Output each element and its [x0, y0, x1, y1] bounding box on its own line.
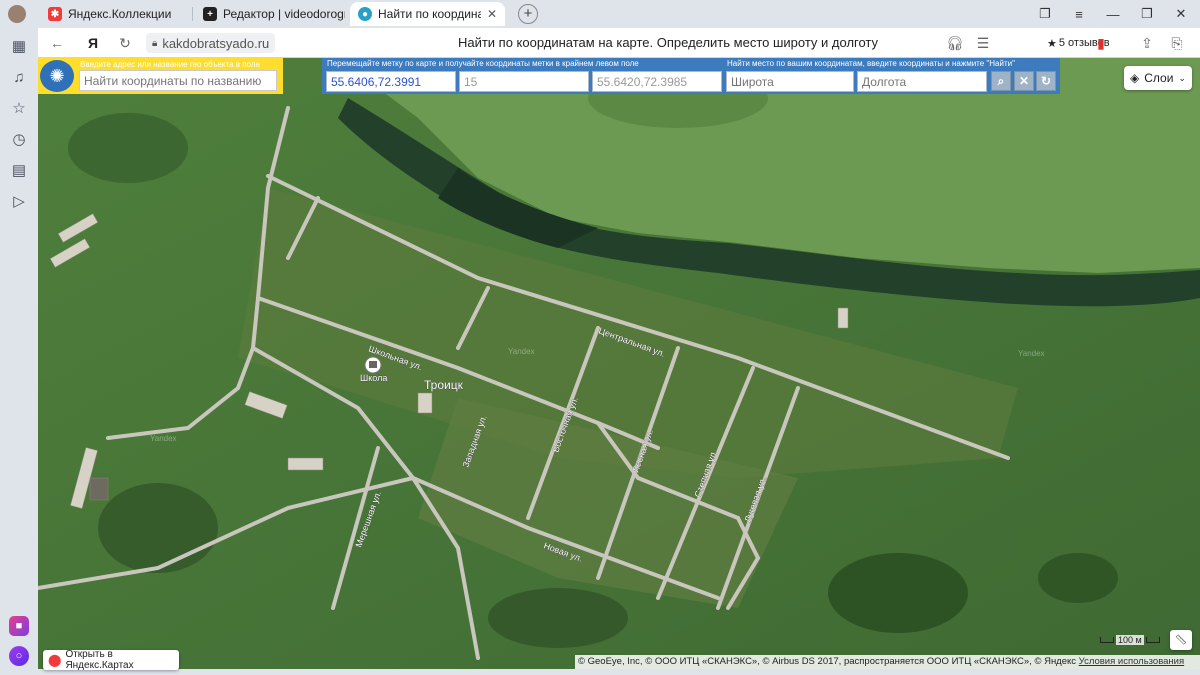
tab-find-coordinates[interactable]: ● Найти по координатам ✕	[350, 2, 505, 26]
school-poi-icon[interactable]	[364, 356, 382, 374]
refresh-button[interactable]: ↻	[1036, 71, 1056, 91]
url-field[interactable]: 🔒︎ kakdobratsyado.ru	[146, 33, 276, 53]
search-button[interactable]: ⌕	[991, 71, 1011, 91]
map-pin-icon: ⬤	[48, 653, 62, 667]
site-favicon: ●	[358, 7, 372, 21]
star-icon: ★	[1047, 37, 1057, 50]
village-label: Троицк	[424, 378, 464, 392]
address-bar: ← Я ↻ 🔒︎ kakdobratsyado.ru Найти по коор…	[38, 28, 1200, 58]
layers-label: Слои	[1144, 71, 1174, 85]
open-in-yandex-maps-button[interactable]: ⬤ Открыть в Яндекс.Картах	[43, 649, 179, 671]
layers-button[interactable]: ◈ Слои ⌄	[1124, 66, 1192, 90]
menu-icon[interactable]: ≡	[1068, 4, 1090, 24]
layers-icon: ◈	[1130, 71, 1140, 85]
latitude-input[interactable]	[726, 71, 854, 92]
coordinates-panel: Перемещайте метку по карте и получайте к…	[322, 58, 1060, 94]
open-in-maps-label: Открыть в Яндекс.Картах	[65, 649, 134, 671]
translate-icon[interactable]: ⎘	[1166, 33, 1188, 53]
close-window-button[interactable]: ✕	[1170, 4, 1192, 24]
reader-mode-icon[interactable]: ☰	[972, 33, 994, 53]
corner-coords-input[interactable]	[592, 71, 722, 92]
minimize-button[interactable]: —	[1102, 4, 1124, 24]
tab-yandex-collections[interactable]: ✱ Яндекс.Коллекции	[40, 2, 190, 26]
terms-link[interactable]: Условия использования	[1079, 656, 1184, 667]
ruler-icon: 📏︎	[1174, 634, 1188, 646]
name-search-input[interactable]	[79, 70, 277, 91]
alice-icon[interactable]: ○	[9, 646, 29, 666]
name-search-panel: ✺ Введите адрес или название гео объекта…	[38, 58, 283, 94]
bell-icon[interactable]: ♫	[9, 67, 29, 87]
grid-icon[interactable]: ▦	[9, 36, 29, 56]
zoom-input[interactable]	[459, 71, 589, 92]
copyright-text: © GeoEye, Inc, © ООО ИТЦ «СКАНЭКС», © Ai…	[578, 656, 1077, 667]
scale-label: 100 м	[1116, 635, 1144, 645]
notes-icon[interactable]: ▤	[9, 160, 29, 180]
tab-title: Найти по координатам	[378, 7, 481, 21]
yandex-button[interactable]: Я	[82, 33, 104, 53]
chevron-down-icon: ⌄	[1178, 72, 1186, 83]
school-label: Школа	[360, 373, 387, 383]
marker-coords-hint: Перемещайте метку по карте и получайте к…	[327, 59, 639, 68]
play-icon[interactable]: ▷	[9, 191, 29, 211]
share-icon[interactable]: ⇪	[1136, 33, 1158, 53]
lock-icon: 🔒︎	[152, 37, 158, 49]
history-icon[interactable]: ◷	[9, 129, 29, 149]
tab-title: Яндекс.Коллекции	[68, 7, 172, 21]
satellite-map[interactable]: Центральная ул. Школьная ул. Новая ул. М…	[38, 58, 1200, 669]
map-scale: 100 м	[1100, 632, 1170, 648]
page-title: Найти по координатам на карте. Определит…	[457, 35, 879, 50]
search-icon: ⌕	[997, 73, 1005, 88]
new-tab-button[interactable]: +	[518, 4, 538, 24]
profile-avatar[interactable]	[8, 5, 26, 23]
reload-icon[interactable]: ↻	[114, 33, 136, 53]
close-tab-icon[interactable]: ✕	[487, 7, 497, 21]
yandex-collections-icon: ✱	[48, 7, 62, 21]
tab-strip: ✱ Яндекс.Коллекции + Редактор | videodor…	[0, 0, 1200, 28]
download-icon[interactable]: ⭳	[1194, 33, 1200, 53]
close-icon: ✕	[1018, 74, 1030, 88]
yandex-watermark: Yandex	[150, 434, 177, 443]
headphones-icon[interactable]: 🎧︎	[944, 33, 966, 53]
tab-editor[interactable]: + Редактор | videodorogro:	[195, 2, 345, 26]
back-arrow-icon[interactable]: ←	[46, 33, 68, 53]
satellite-imagery: Центральная ул. Школьная ул. Новая ул. М…	[38, 58, 1200, 669]
url-text: kakdobratsyado.ru	[162, 35, 270, 51]
yandex-watermark: Yandex	[508, 347, 535, 356]
bookmark-icon[interactable]: ▮	[1090, 33, 1112, 53]
map-copyright: © GeoEye, Inc, © ООО ИТЦ «СКАНЭКС», © Ai…	[575, 655, 1200, 669]
clear-button[interactable]: ✕	[1014, 71, 1034, 91]
longitude-input[interactable]	[857, 71, 987, 92]
collections-icon[interactable]: ❐	[1034, 4, 1056, 24]
messenger-icon[interactable]: ■	[9, 616, 29, 636]
star-icon[interactable]: ☆	[9, 98, 29, 118]
plus-icon: +	[203, 7, 217, 21]
ruler-button[interactable]: 📏︎	[1170, 630, 1192, 650]
browser-sidebar: ▦ ♫ ☆ ◷ ▤ ▷ ■ ○	[0, 28, 38, 675]
yandex-watermark: Yandex	[1018, 349, 1045, 358]
maximize-button[interactable]: ❐	[1136, 4, 1158, 24]
site-logo-icon[interactable]: ✺	[40, 60, 74, 92]
marker-coords-input[interactable]	[326, 71, 456, 92]
find-coords-hint: Найти место по вашим координатам, введит…	[727, 59, 1015, 68]
tab-title: Редактор | videodorogro:	[223, 7, 345, 21]
name-search-hint: Введите адрес или название гео объекта в…	[80, 60, 260, 69]
refresh-icon: ↻	[1040, 74, 1052, 88]
